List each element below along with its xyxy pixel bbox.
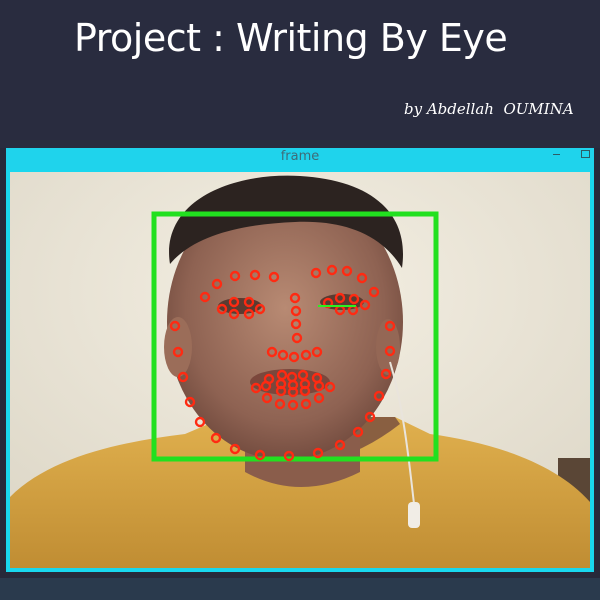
window-title: frame xyxy=(280,149,320,164)
header-banner: Project : Writing By Eye by Abdellah OUM… xyxy=(0,0,600,148)
footer-bar xyxy=(0,578,600,600)
author-byline: by Abdellah OUMINA xyxy=(404,100,574,118)
video-frame xyxy=(10,172,590,568)
minimize-icon[interactable] xyxy=(550,148,564,162)
window-titlebar[interactable]: frame xyxy=(6,148,594,170)
maximize-icon[interactable] xyxy=(578,148,592,162)
project-title: Project : Writing By Eye xyxy=(74,16,508,60)
frame-window: frame xyxy=(6,148,594,572)
camera-scene xyxy=(10,172,590,568)
